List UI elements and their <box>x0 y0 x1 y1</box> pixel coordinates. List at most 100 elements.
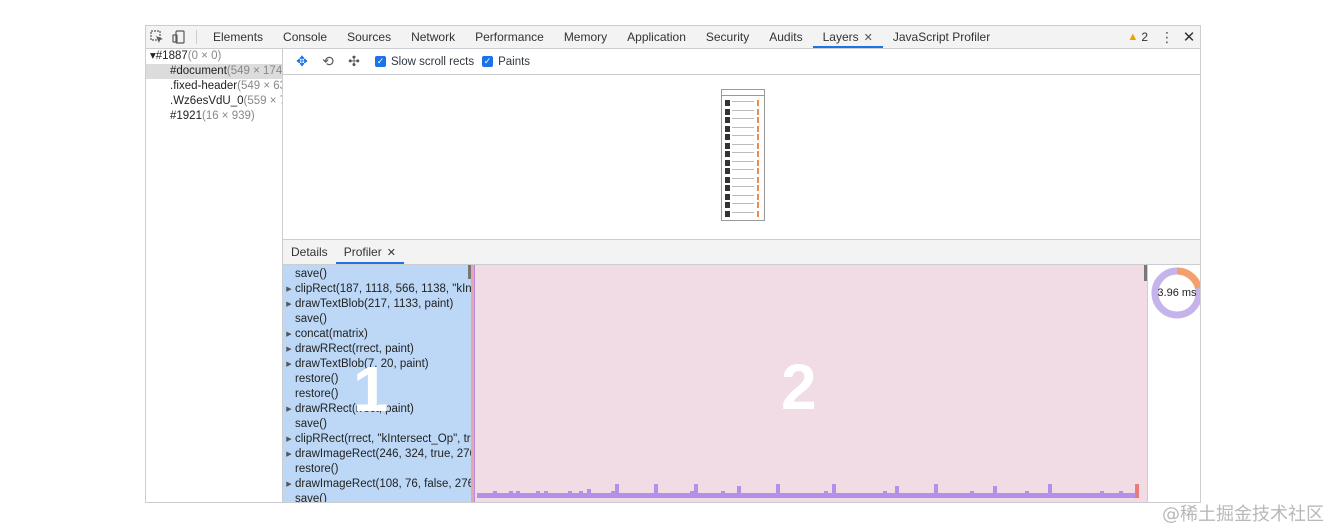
thumbnail-mark <box>757 176 759 183</box>
reset-transform-icon[interactable]: ✣ <box>341 51 367 73</box>
more-options-icon[interactable]: ⋮ <box>1156 29 1178 46</box>
subtab-details[interactable]: Details <box>283 240 336 264</box>
thumbnail-row <box>725 142 759 151</box>
thumbnail-mark <box>725 117 730 123</box>
layer-size: (559 × 7) <box>243 95 282 107</box>
thumbnail-mark <box>757 142 759 149</box>
tab-sources[interactable]: Sources <box>337 26 401 48</box>
paint-command-item[interactable]: save() <box>283 312 471 327</box>
slow-scroll-rects-checkbox[interactable]: ✓ Slow scroll rects <box>375 56 474 68</box>
rotate-mode-icon[interactable]: ⟲ <box>315 51 341 73</box>
paint-command-item[interactable]: ▶clipRect(187, 1118, 566, 1138, "kInters… <box>283 282 471 297</box>
close-tab-icon[interactable]: ✕ <box>864 32 873 44</box>
tab-label: Memory <box>563 30 608 44</box>
thumbnail-mark <box>725 151 730 157</box>
paint-command-item[interactable]: restore() <box>283 462 471 477</box>
expand-arrow-icon[interactable]: ▶ <box>283 297 295 312</box>
tab-layers[interactable]: Layers ✕ <box>812 26 883 48</box>
paint-command-item[interactable]: ▶ drawTextBlob(217, 1133, paint) <box>283 297 471 312</box>
layer-tree-node[interactable]: #1921(16 × 939) <box>146 109 282 124</box>
close-devtools-icon[interactable]: ✕ <box>1178 28 1200 46</box>
thumbnail-row <box>725 117 759 125</box>
paint-command-item[interactable]: ▶ concat(matrix) <box>283 327 471 342</box>
expand-arrow-icon[interactable]: ▶ <box>283 432 295 447</box>
close-subtab-icon[interactable]: ✕ <box>387 247 396 259</box>
tab-label: Application <box>627 30 686 44</box>
thumbnail-mark <box>732 135 754 136</box>
annotation-region-2: 2 <box>781 351 817 423</box>
tab-application[interactable]: Application <box>617 26 696 48</box>
warning-triangle-icon: ▲ <box>1127 31 1139 43</box>
paint-command-label: clipRect(187, 1118, 566, 1138, "kInterse… <box>295 283 471 295</box>
expand-arrow-icon[interactable]: ▶ <box>283 447 295 462</box>
thumbnail-mark <box>757 117 759 123</box>
thumbnail-mark <box>732 203 754 204</box>
warnings-counter[interactable]: ▲ 2 <box>1127 30 1148 44</box>
tab-label: Performance <box>475 30 544 44</box>
paint-command-label: save() <box>295 268 327 280</box>
layer-tree-node[interactable]: #document(549 × 1744) <box>146 64 282 79</box>
layer-thumbnail[interactable] <box>721 89 765 221</box>
toolbar-separator <box>196 30 197 44</box>
expand-arrow-icon[interactable]: ▶ <box>283 327 295 342</box>
expand-arrow-icon[interactable]: ▶ <box>283 357 295 372</box>
subtab-profiler[interactable]: Profiler ✕ <box>335 240 404 264</box>
thumbnail-mark <box>725 142 730 149</box>
tab-memory[interactable]: Memory <box>554 26 617 48</box>
inspect-element-icon[interactable] <box>146 26 168 48</box>
thumbnail-mark <box>725 100 730 106</box>
layer-tree-node[interactable]: .fixed-header(549 × 63) <box>146 79 282 94</box>
tab-network[interactable]: Network <box>401 26 465 48</box>
thumbnail-header <box>722 90 764 96</box>
slow-scroll-rects-label: Slow scroll rects <box>391 55 475 68</box>
paint-command-label: drawImageRect(246, 324, true, 276) <box>295 448 471 460</box>
thumbnail-mark <box>757 134 759 140</box>
expand-arrow-icon[interactable]: ▶ <box>283 282 295 297</box>
thumbnail-row <box>725 185 759 193</box>
tab-javascript-profiler[interactable]: JavaScript Profiler <box>883 26 1000 48</box>
thumbnail-mark <box>757 108 759 115</box>
tab-security[interactable]: Security <box>696 26 759 48</box>
expand-arrow-icon[interactable]: ▶ <box>283 477 295 492</box>
warnings-count: 2 <box>1141 30 1148 44</box>
thumbnail-row <box>725 134 759 142</box>
thumbnail-mark <box>757 159 759 166</box>
thumbnail-mark <box>732 160 754 162</box>
paint-command-item[interactable]: ▶ clipRRect(rrect, "kIntersect_Op", true) <box>283 432 471 447</box>
timeline-bar[interactable] <box>1135 484 1140 498</box>
layer-name: #1921 <box>170 110 202 122</box>
tab-performance[interactable]: Performance <box>465 26 554 48</box>
tab-console[interactable]: Console <box>273 26 337 48</box>
paint-timeline[interactable]: 2 <box>471 265 1147 502</box>
checkbox-checked-icon: ✓ <box>375 56 386 67</box>
thumbnail-mark <box>725 168 730 174</box>
paint-command-item[interactable]: ▶ drawImageRect(108, 76, false, 276) <box>283 477 471 492</box>
thumbnail-mark <box>725 134 730 140</box>
paint-command-item[interactable]: save() <box>283 267 471 282</box>
thumbnail-row <box>725 151 759 159</box>
thumbnail-mark <box>757 168 759 174</box>
paint-command-item[interactable]: save() <box>283 492 471 502</box>
paints-checkbox[interactable]: ✓ Paints <box>482 56 530 68</box>
paint-command-label: save() <box>295 418 327 430</box>
device-toolbar-icon[interactable] <box>168 26 190 48</box>
pan-mode-icon[interactable]: ✥ <box>289 51 315 73</box>
layer-tree-node[interactable]: .Wz6esVdU_0(559 × 7) <box>146 94 282 109</box>
tab-label: Layers <box>822 30 859 44</box>
checkbox-checked-icon: ✓ <box>482 56 494 67</box>
expand-arrow-icon[interactable]: ▶ <box>283 402 295 417</box>
paint-command-item[interactable]: ▶ drawImageRect(246, 324, true, 276) <box>283 447 471 462</box>
layer-size: (549 × 63) <box>237 80 282 92</box>
thumbnail-mark <box>732 177 754 179</box>
thumbnail-mark <box>732 186 754 187</box>
tab-elements[interactable]: Elements <box>203 26 273 48</box>
tab-audits[interactable]: Audits <box>759 26 812 48</box>
expand-arrow-icon[interactable]: ▶ <box>283 342 295 357</box>
tab-label: JavaScript Profiler <box>892 30 991 44</box>
details-subtabs: Details Profiler ✕ <box>283 240 1200 265</box>
layer-tree-node[interactable]: ▾#1887(0 × 0) <box>146 49 282 64</box>
thumbnail-mark <box>732 118 754 119</box>
layers-3d-view[interactable] <box>283 75 1200 240</box>
thumbnail-mark <box>732 101 754 102</box>
timeline-selection-line <box>474 265 475 502</box>
